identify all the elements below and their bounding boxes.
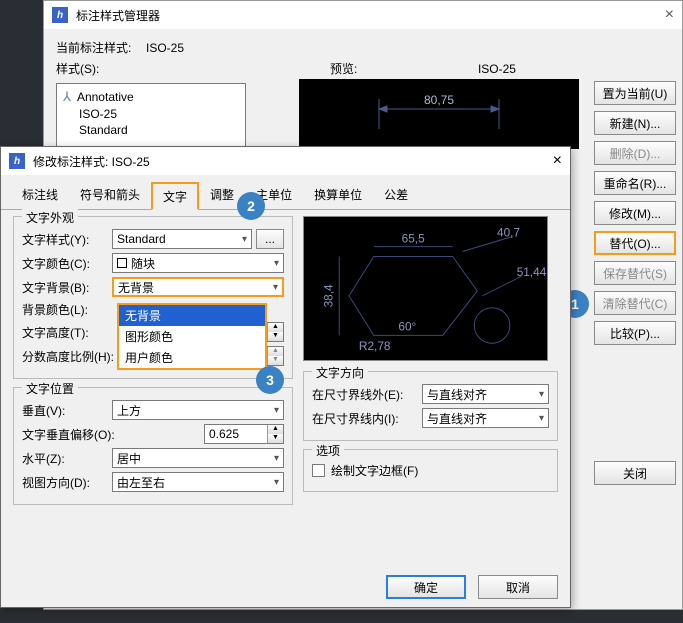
horizontal-combo[interactable]: 居中: [112, 448, 284, 468]
group-title: 文字位置: [22, 380, 78, 397]
spinner-up-icon[interactable]: ▲: [267, 425, 283, 434]
spinner-up-icon[interactable]: ▲: [267, 323, 283, 332]
dlg2-close-icon[interactable]: ×: [553, 152, 562, 170]
dlg1-close-icon[interactable]: ×: [665, 6, 674, 24]
preview-panel-2: 65,5 38,4 40,7 51,44 60° R2,78: [303, 216, 548, 361]
text-color-combo[interactable]: 随块: [112, 253, 284, 273]
svg-text:40,7: 40,7: [497, 226, 520, 240]
vertical-combo[interactable]: 上方: [112, 400, 284, 420]
tab-text[interactable]: 文字: [151, 182, 199, 210]
preview-value: ISO-25: [478, 62, 516, 76]
text-color-label: 文字颜色(C):: [22, 255, 112, 272]
horizontal-label: 水平(Z):: [22, 450, 112, 467]
save-override-button[interactable]: 保存替代(S): [594, 261, 676, 285]
current-style-value: ISO-25: [146, 41, 184, 55]
text-position-group: 文字位置 垂直(V): 上方 文字垂直偏移(O): 0.625▲▼ 水平(Z):…: [13, 387, 293, 505]
rename-button[interactable]: 重命名(R)...: [594, 171, 676, 195]
dropdown-option[interactable]: 图形颜色: [119, 326, 265, 347]
svg-text:60°: 60°: [398, 319, 416, 333]
styles-listbox[interactable]: ⅄Annotative ISO-25 Standard: [56, 83, 246, 153]
delete-button[interactable]: 删除(D)...: [594, 141, 676, 165]
list-item: Standard: [61, 122, 241, 138]
current-style-label: 当前标注样式:: [56, 39, 146, 56]
styles-label: 样式(S):: [56, 60, 99, 77]
app-icon: h: [9, 153, 25, 169]
annotative-icon: ⅄: [63, 89, 71, 105]
dropdown-option[interactable]: 用户颜色: [119, 347, 265, 368]
dlg2-footer: 确定 取消: [386, 575, 558, 599]
svg-text:65,5: 65,5: [402, 232, 425, 246]
list-item: ⅄Annotative: [61, 88, 241, 106]
offset-spinner[interactable]: 0.625▲▼: [204, 424, 284, 444]
vertical-label: 垂直(V):: [22, 402, 112, 419]
cancel-button[interactable]: 取消: [478, 575, 558, 599]
set-current-button[interactable]: 置为当前(U): [594, 81, 676, 105]
modify-dimension-style-dialog: h 修改标注样式: ISO-25 × 标注线 符号和箭头 文字 调整 主单位 换…: [0, 146, 571, 608]
ok-button[interactable]: 确定: [386, 575, 466, 599]
compare-button[interactable]: 比较(P)...: [594, 321, 676, 345]
inside-combo[interactable]: 与直线对齐: [422, 408, 549, 428]
spinner-down-icon: ▼: [267, 356, 283, 365]
dlg2-title-text: 修改标注样式: ISO-25: [33, 153, 150, 170]
spinner-up-icon: ▲: [267, 347, 283, 356]
frame-checkbox[interactable]: [312, 464, 325, 477]
app-icon: h: [52, 7, 68, 23]
group-title: 文字方向: [312, 364, 368, 381]
offset-label: 文字垂直偏移(O):: [22, 426, 152, 443]
text-bg-combo[interactable]: 无背景: [112, 277, 284, 297]
close-button[interactable]: 关闭: [594, 461, 676, 485]
override-button[interactable]: 替代(O)...: [594, 231, 676, 255]
annotation-badge-2: 2: [237, 192, 265, 220]
group-title: 选项: [312, 442, 344, 459]
preview-label: 预览:: [330, 60, 357, 77]
tabs: 标注线 符号和箭头 文字 调整 主单位 换算单位 公差: [1, 175, 570, 210]
tab-tolerance[interactable]: 公差: [373, 181, 419, 209]
svg-text:80,75: 80,75: [424, 93, 454, 107]
outside-combo[interactable]: 与直线对齐: [422, 384, 549, 404]
viewdir-label: 视图方向(D):: [22, 474, 112, 491]
dlg2-titlebar: h 修改标注样式: ISO-25 ×: [1, 147, 570, 175]
group-title: 文字外观: [22, 209, 78, 226]
tab-symbols[interactable]: 符号和箭头: [69, 181, 151, 209]
svg-text:51,44: 51,44: [517, 265, 547, 279]
list-item: ISO-25: [61, 106, 241, 122]
sidebar-buttons: 置为当前(U) 新建(N)... 删除(D)... 重命名(R)... 修改(M…: [594, 81, 676, 485]
dlg1-body: 当前标注样式: ISO-25 样式(S): 预览: ISO-25 ⅄Annota…: [44, 29, 682, 163]
tab-dimlines[interactable]: 标注线: [11, 181, 69, 209]
frac-scale-label: 分数高度比例(H):: [22, 348, 132, 365]
spinner-down-icon[interactable]: ▼: [267, 332, 283, 341]
text-direction-group: 文字方向 在尺寸界线外(E): 与直线对齐 在尺寸界线内(I): 与直线对齐: [303, 371, 558, 441]
tab-alternate[interactable]: 换算单位: [303, 181, 373, 209]
svg-text:R2,78: R2,78: [359, 339, 391, 353]
dlg1-titlebar: h 标注样式管理器 ×: [44, 1, 682, 29]
text-style-browse-button[interactable]: ...: [256, 229, 284, 249]
dlg2-body: 文字外观 文字样式(Y): Standard ... 文字颜色(C): 随块 文…: [1, 210, 570, 519]
outside-label: 在尺寸界线外(E):: [312, 386, 422, 403]
spinner-down-icon[interactable]: ▼: [267, 434, 283, 443]
annotation-badge-3: 3: [256, 366, 284, 394]
text-bg-label: 文字背景(B):: [22, 279, 112, 296]
text-height-label: 文字高度(T):: [22, 324, 112, 341]
byblock-swatch-icon: [117, 258, 127, 268]
options-group: 选项 绘制文字边框(F): [303, 449, 558, 492]
modify-button[interactable]: 修改(M)...: [594, 201, 676, 225]
svg-text:38,4: 38,4: [321, 284, 335, 307]
viewdir-combo[interactable]: 由左至右: [112, 472, 284, 492]
inside-label: 在尺寸界线内(I):: [312, 410, 422, 427]
text-bg-dropdown[interactable]: 无背景 图形颜色 用户颜色: [117, 303, 267, 370]
preview-panel-1: 80,75: [299, 79, 579, 149]
text-style-combo[interactable]: Standard: [112, 229, 252, 249]
dlg1-title-text: 标注样式管理器: [76, 7, 160, 24]
bg-color-label: 背景颜色(L):: [22, 301, 112, 318]
frame-label: 绘制文字边框(F): [331, 462, 418, 479]
new-button[interactable]: 新建(N)...: [594, 111, 676, 135]
text-style-label: 文字样式(Y):: [22, 231, 112, 248]
clear-override-button[interactable]: 清除替代(C): [594, 291, 676, 315]
dropdown-option[interactable]: 无背景: [119, 305, 265, 326]
